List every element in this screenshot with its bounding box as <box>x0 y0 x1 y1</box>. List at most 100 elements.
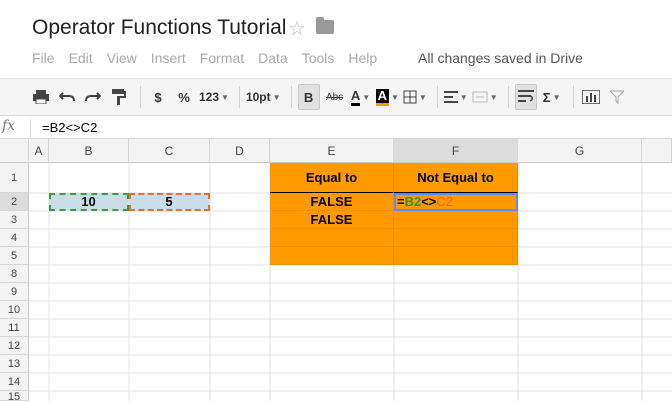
column-header-b[interactable]: B <box>49 139 129 163</box>
functions-button[interactable]: Σ ▼ <box>541 84 563 110</box>
menu-bar: File Edit View Insert Format Data Tools … <box>32 50 391 66</box>
cell-e5[interactable] <box>270 247 394 265</box>
toolbar-divider <box>436 86 438 108</box>
folder-icon[interactable] <box>316 17 334 34</box>
chevron-down-icon: ▼ <box>390 92 399 102</box>
paint-format-icon[interactable] <box>108 84 130 110</box>
column-header-e[interactable]: E <box>270 139 394 163</box>
borders-button[interactable]: ▼ <box>403 84 427 110</box>
fill-color-button[interactable]: A ▼ <box>375 84 399 110</box>
row-header-12[interactable]: 12 <box>0 337 29 355</box>
font-size-select[interactable]: 10pt ▼ <box>246 84 281 110</box>
formula-equals: = <box>397 194 405 209</box>
menu-file[interactable]: File <box>32 50 55 66</box>
number-format-label: 123 <box>199 90 220 104</box>
save-status[interactable]: All changes saved in Drive <box>418 50 583 66</box>
merge-cells-icon <box>472 91 488 103</box>
chevron-down-icon: ▼ <box>221 92 229 102</box>
currency-format-button[interactable]: $ <box>147 84 169 110</box>
chevron-down-icon: ▼ <box>552 92 561 102</box>
column-header-d[interactable]: D <box>210 139 270 163</box>
wrap-text-icon <box>517 90 534 102</box>
row-header-14[interactable]: 14 <box>0 373 29 391</box>
column-header-c[interactable]: C <box>129 139 210 163</box>
row-header-15[interactable]: 15 <box>0 391 29 403</box>
row-header-13[interactable]: 13 <box>0 355 29 373</box>
menu-tools[interactable]: Tools <box>302 50 335 66</box>
formula-bar: fx =B2<>C2 <box>0 117 672 139</box>
row-header-3[interactable]: 3 <box>0 211 29 229</box>
toolbar-divider <box>290 86 292 108</box>
redo-icon[interactable] <box>82 84 104 110</box>
menu-view[interactable]: View <box>107 50 137 66</box>
chevron-down-icon: ▼ <box>272 92 281 102</box>
menu-format[interactable]: Format <box>200 50 244 66</box>
strikethrough-button[interactable]: Abc <box>324 84 346 110</box>
chevron-down-icon: ▼ <box>418 92 427 102</box>
text-color-icon: A <box>350 88 361 106</box>
chevron-down-icon: ▼ <box>362 92 371 102</box>
document-title[interactable]: Operator Functions Tutorial <box>32 16 286 40</box>
menu-insert[interactable]: Insert <box>151 50 186 66</box>
cell-f4[interactable] <box>394 229 518 247</box>
formula-operator: <> <box>421 194 437 209</box>
number-format-button[interactable]: 123 ▼ <box>199 84 229 110</box>
toolbar-divider <box>507 86 509 108</box>
borders-icon <box>403 90 417 104</box>
text-color-button[interactable]: A ▼ <box>350 84 372 110</box>
font-size-label: 10pt <box>245 90 271 104</box>
menu-help[interactable]: Help <box>348 50 377 66</box>
cell-e3[interactable]: FALSE <box>270 211 394 229</box>
cell-e1[interactable]: Equal to <box>270 163 394 193</box>
formula-ref-b2: B2 <box>404 194 422 209</box>
print-icon[interactable] <box>30 84 52 110</box>
filter-button[interactable] <box>606 84 628 110</box>
column-header-h[interactable] <box>642 139 672 163</box>
spreadsheet-grid: A B C D E F G 1 2 3 4 5 8 9 10 11 12 13 … <box>0 139 672 403</box>
menu-data[interactable]: Data <box>258 50 288 66</box>
align-button[interactable]: ▼ <box>443 84 468 110</box>
row-header-1[interactable]: 1 <box>0 163 29 193</box>
cell-e4[interactable] <box>270 229 394 247</box>
align-left-icon <box>443 91 458 103</box>
cell-f5[interactable] <box>394 247 518 265</box>
column-header-f[interactable]: F <box>394 139 518 163</box>
cell-c2[interactable]: 5 <box>129 193 210 211</box>
column-header-g[interactable]: G <box>518 139 642 163</box>
fill-color-icon: A <box>375 88 389 106</box>
percent-format-button[interactable]: % <box>173 84 195 110</box>
menu-edit[interactable]: Edit <box>69 50 93 66</box>
row-header-10[interactable]: 10 <box>0 301 29 319</box>
star-icon[interactable]: ☆ <box>288 16 306 41</box>
bold-button[interactable]: B <box>297 84 320 110</box>
wrap-text-button[interactable] <box>514 84 537 110</box>
formula-ref-c2: C2 <box>436 194 454 209</box>
cell-b2[interactable]: 10 <box>49 193 129 211</box>
formula-input[interactable]: =B2<>C2 <box>42 120 97 135</box>
formula-divider <box>30 119 31 137</box>
chart-icon <box>581 90 600 104</box>
row-header-5[interactable]: 5 <box>0 247 29 265</box>
row-header-2[interactable]: 2 <box>0 193 29 211</box>
row-header-11[interactable]: 11 <box>0 319 29 337</box>
cell-f2-editing[interactable]: = B2 <> C2 <box>394 193 518 211</box>
row-header-8[interactable]: 8 <box>0 265 29 283</box>
cell-f1[interactable]: Not Equal to <box>394 163 518 193</box>
merge-cells-button[interactable]: ▼ <box>472 84 498 110</box>
row-header-9[interactable]: 9 <box>0 283 29 301</box>
cell-e2[interactable]: FALSE <box>270 193 394 211</box>
filter-icon <box>609 90 624 104</box>
toolbar-divider <box>238 86 240 108</box>
toolbar-divider <box>572 86 574 108</box>
insert-chart-button[interactable] <box>580 84 602 110</box>
column-header-a[interactable]: A <box>29 139 49 163</box>
toolbar-divider <box>140 86 141 108</box>
chevron-down-icon: ▼ <box>489 92 498 102</box>
row-header-4[interactable]: 4 <box>0 229 29 247</box>
cell-f3[interactable] <box>394 211 518 229</box>
chevron-down-icon: ▼ <box>459 92 468 102</box>
fx-icon: fx <box>2 118 16 134</box>
sum-icon: Σ <box>542 89 551 105</box>
select-all-corner[interactable] <box>0 139 29 163</box>
undo-icon[interactable] <box>56 84 78 110</box>
